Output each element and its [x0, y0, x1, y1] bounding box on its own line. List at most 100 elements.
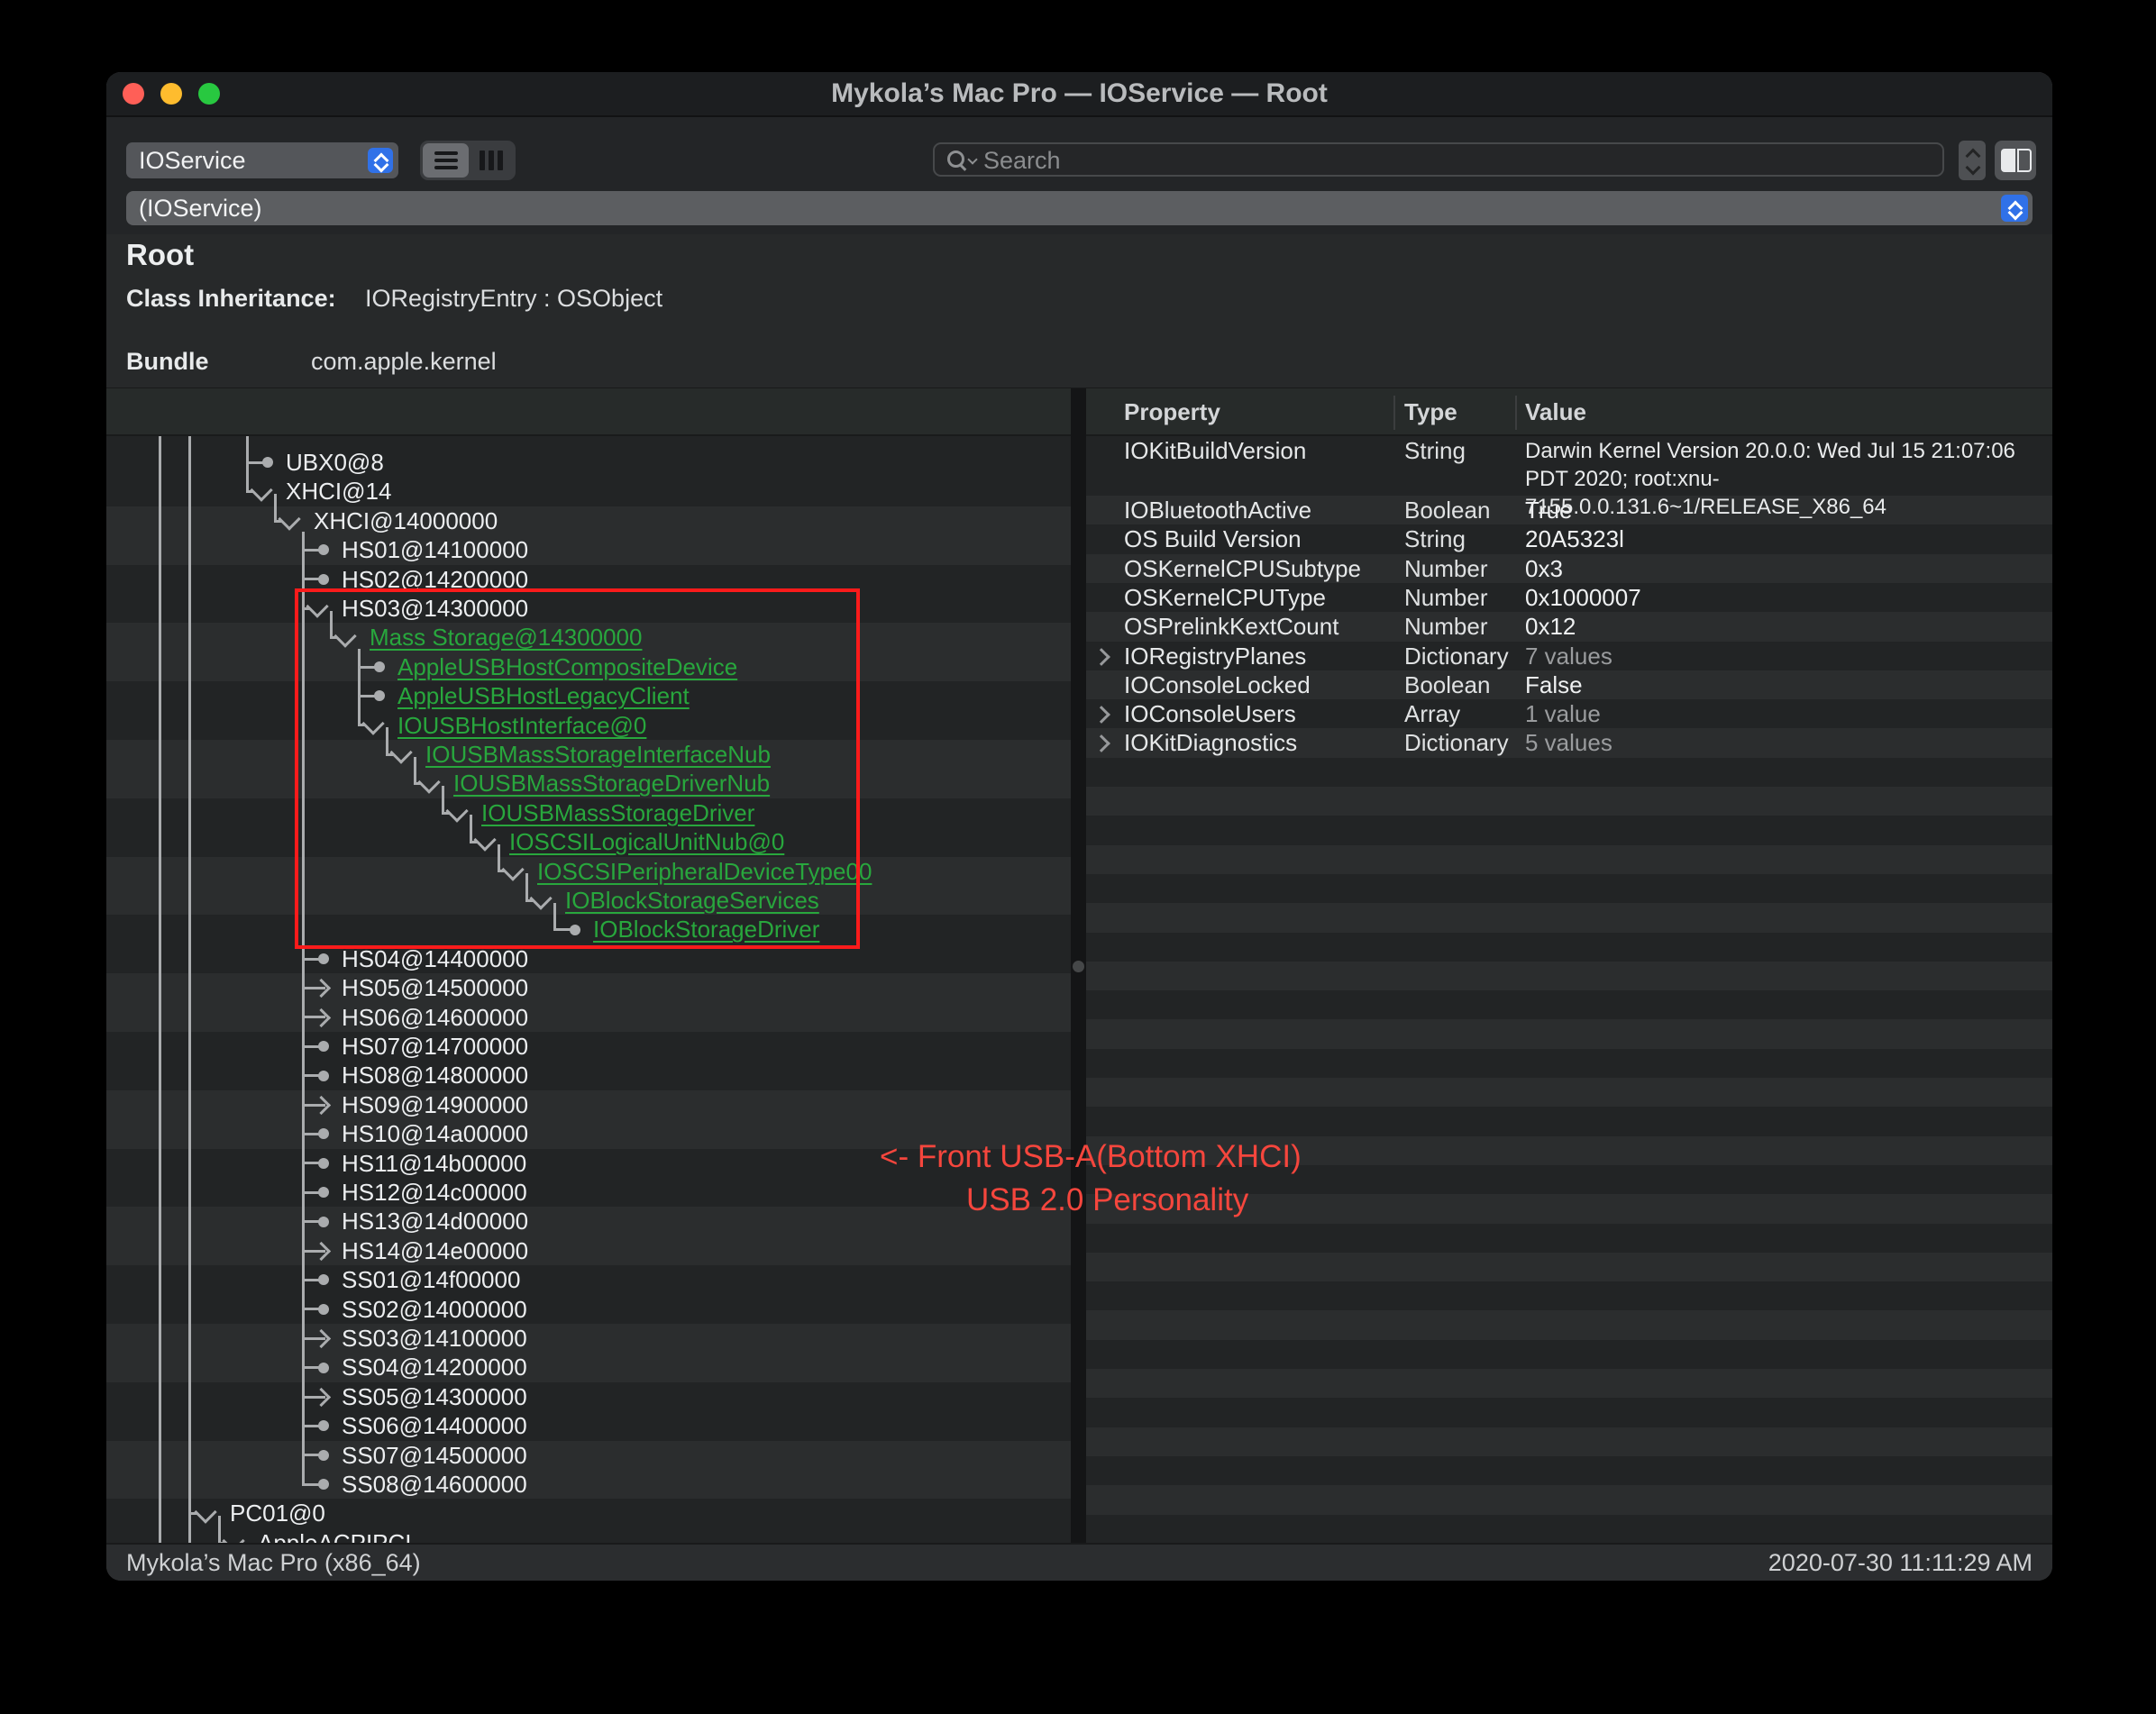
tree-node-row[interactable]: SS02@14000000: [106, 1295, 1071, 1324]
property-table-header: Property Type Value: [1086, 388, 2052, 436]
popup-chevrons-icon: [368, 148, 393, 173]
property-name: OSKernelCPUType: [1124, 583, 1326, 613]
tree-node-label: HS01@14100000: [342, 535, 528, 565]
status-timestamp: 2020-07-30 11:11:29 AM: [1768, 1545, 2033, 1581]
node-summary: Root Class Inheritance: IORegistryEntry …: [106, 234, 2052, 387]
property-type: Number: [1404, 554, 1487, 584]
property-name: OSKernelCPUSubtype: [1124, 554, 1361, 584]
property-row[interactable]: OSKernelCPUTypeNumber0x1000007: [1086, 583, 2052, 612]
row-stripe: [1086, 787, 2052, 816]
tree-node-row[interactable]: SS07@14500000: [106, 1441, 1071, 1470]
status-bar: Mykola’s Mac Pro (x86_64) 2020-07-30 11:…: [106, 1543, 2052, 1581]
row-stripe: [1086, 1398, 2052, 1427]
property-value: 0x3: [1525, 554, 1563, 584]
class-inheritance-label: Class Inheritance:: [126, 285, 336, 313]
tree-node-label: XHCI@14: [286, 477, 391, 506]
row-stripe: [1086, 1253, 2052, 1282]
search-field[interactable]: [933, 142, 1944, 177]
tree-node-row[interactable]: HS08@14800000: [106, 1061, 1071, 1089]
tree-node-row[interactable]: HS06@14600000: [106, 1003, 1071, 1032]
tree-node-row[interactable]: AppleACPIPCI: [106, 1528, 1071, 1544]
property-type: Dictionary: [1404, 728, 1509, 758]
property-row[interactable]: OSKernelCPUSubtype Number 0x3: [1086, 554, 2052, 583]
tree-node-row[interactable]: HS13@14d00000: [106, 1207, 1071, 1235]
column-view-button[interactable]: [470, 143, 513, 178]
property-row[interactable]: IOBluetoothActiveBooleanTrue: [1086, 496, 2052, 524]
leaf-node-icon: [318, 1363, 329, 1373]
row-stripe: [1086, 1369, 2052, 1399]
row-stripe: [1086, 1078, 2052, 1108]
tree-node-row[interactable]: HS01@14100000: [106, 535, 1071, 564]
row-stripe: [1086, 1485, 2052, 1515]
plane-selector-popup[interactable]: IOService: [126, 142, 398, 178]
column-header-property[interactable]: Property: [1124, 388, 1220, 436]
tree-node-row[interactable]: SS03@14100000: [106, 1324, 1071, 1353]
property-value: False: [1525, 670, 1583, 700]
property-value: 0x12: [1525, 612, 1576, 642]
property-row[interactable]: IORegistryPlanesDictionary7 values: [1086, 642, 2052, 670]
inspector-toggle-button[interactable]: [1995, 141, 2036, 180]
tree-node-row[interactable]: SS04@14200000: [106, 1353, 1071, 1381]
property-value: 7 values: [1525, 642, 1612, 671]
tree-node-row[interactable]: HS14@14e00000: [106, 1236, 1071, 1265]
disclosure-collapsed-icon[interactable]: [1092, 648, 1110, 666]
tree-node-row[interactable]: PC01@0: [106, 1499, 1071, 1527]
tree-node-row[interactable]: SS01@14f00000: [106, 1265, 1071, 1294]
tree-node-row[interactable]: SS08@14600000: [106, 1470, 1071, 1499]
node-title: Root: [126, 238, 194, 272]
tree-node-row[interactable]: HS05@14500000: [106, 973, 1071, 1002]
column-separator[interactable]: [1515, 396, 1517, 430]
leaf-node-icon: [318, 1158, 329, 1169]
row-stripe: [1086, 1427, 2052, 1457]
tree-node-label: SS01@14f00000: [342, 1265, 520, 1295]
tree-node-row[interactable]: HS09@14900000: [106, 1090, 1071, 1119]
column-header-type[interactable]: Type: [1404, 388, 1457, 436]
column-separator[interactable]: [1393, 396, 1395, 430]
leaf-node-icon: [318, 1304, 329, 1315]
tree-node-label: SS03@14100000: [342, 1324, 527, 1354]
tree-node-row[interactable]: HS12@14c00000: [106, 1178, 1071, 1207]
property-row[interactable]: OSPrelinkKextCountNumber0x12: [1086, 612, 2052, 641]
property-type: Boolean: [1404, 670, 1490, 700]
tree-node-row[interactable]: XHCI@14000000: [106, 506, 1071, 535]
title-bar[interactable]: Mykola’s Mac Pro — IOService — Root: [106, 72, 2052, 117]
tree-node-label: HS12@14c00000: [342, 1178, 527, 1208]
tree-node-label: HS08@14800000: [342, 1061, 528, 1090]
row-stripe: [1086, 874, 2052, 904]
class-filter-bar[interactable]: (IOService): [126, 191, 2033, 225]
row-stripe: [1086, 990, 2052, 1020]
row-stripe: [1086, 1019, 2052, 1049]
property-row[interactable]: IOConsoleUsersArray1 value: [1086, 699, 2052, 728]
pane-divider[interactable]: [1071, 388, 1086, 1544]
tree-node-label: HS14@14e00000: [342, 1236, 528, 1266]
row-stripe: [1086, 1456, 2052, 1486]
property-value: 0x1000007: [1525, 583, 1641, 613]
row-stripe: [1086, 758, 2052, 788]
tree-connector-line: [274, 494, 277, 521]
tree-node-row[interactable]: HS07@14700000: [106, 1032, 1071, 1061]
tree-node-row[interactable]: SS05@14300000: [106, 1382, 1071, 1411]
property-row[interactable]: IOKitDiagnosticsDictionary5 values: [1086, 728, 2052, 757]
property-row[interactable]: IOKitBuildVersionStringDarwin Kernel Ver…: [1086, 436, 2052, 496]
tree-node-label: PC01@0: [230, 1499, 325, 1528]
divider-handle-icon[interactable]: [1073, 961, 1084, 972]
row-stripe: [1086, 1107, 2052, 1136]
property-type: String: [1404, 524, 1466, 554]
tree-node-label: HS07@14700000: [342, 1032, 528, 1062]
tree-connector-line: [218, 1516, 221, 1543]
disclosure-collapsed-icon[interactable]: [1092, 706, 1110, 724]
property-type: String: [1404, 436, 1466, 466]
disclosure-collapsed-icon[interactable]: [1092, 734, 1110, 752]
row-stripe: [1086, 903, 2052, 933]
list-view-button[interactable]: [423, 143, 469, 178]
registry-tree-pane: UBX0@8XHCI@14XHCI@14000000HS01@14100000H…: [106, 388, 1071, 1544]
history-stepper[interactable]: [1959, 141, 1986, 180]
property-row[interactable]: IOConsoleLocked Boolean False: [1086, 670, 2052, 699]
property-row[interactable]: OS Build VersionString20A5323l: [1086, 524, 2052, 553]
search-input[interactable]: [982, 146, 1886, 175]
property-name: IOConsoleLocked: [1124, 670, 1311, 700]
column-header-value[interactable]: Value: [1525, 388, 1586, 436]
row-stripe: [1086, 816, 2052, 845]
tree-node-row[interactable]: SS06@14400000: [106, 1411, 1071, 1440]
tree-node-label: AppleACPIPCI: [258, 1528, 412, 1544]
